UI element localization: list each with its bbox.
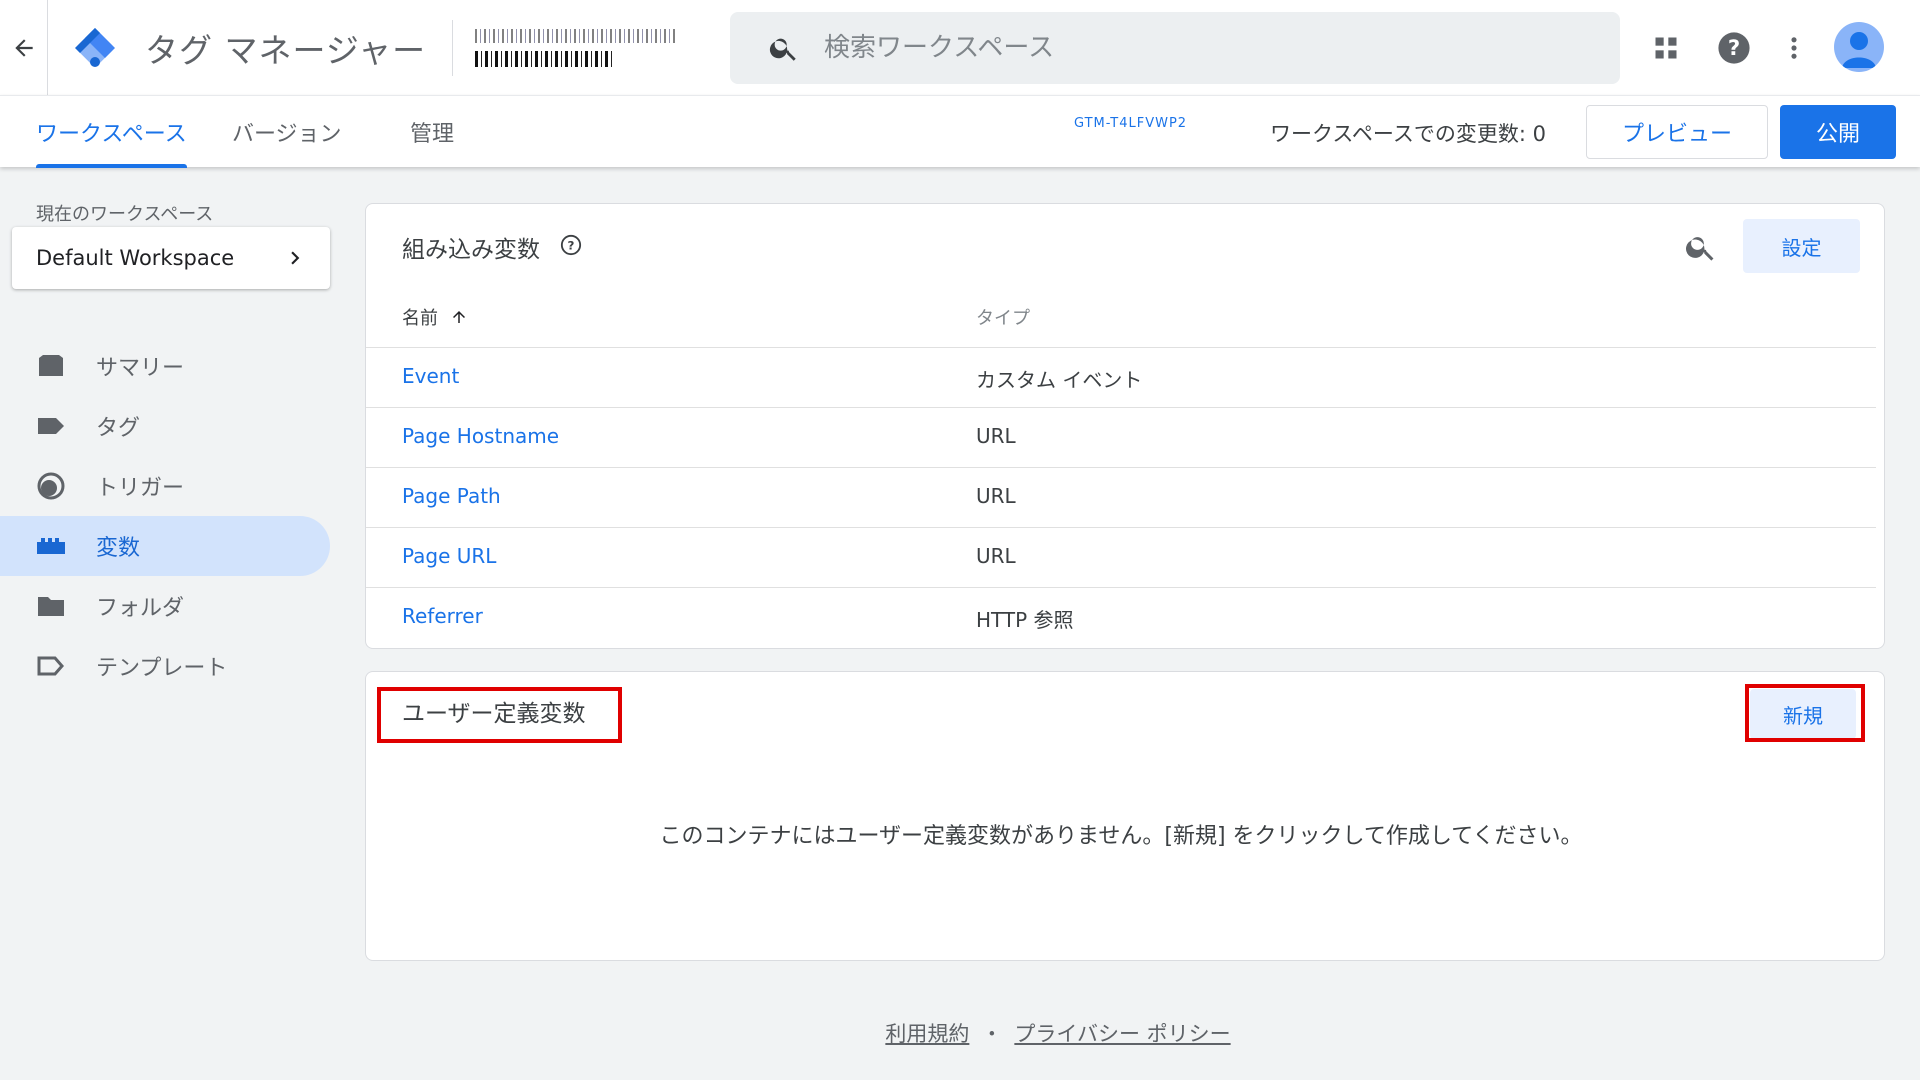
search-icon[interactable] (1684, 230, 1718, 264)
configure-builtin-button[interactable]: 設定 (1743, 219, 1860, 273)
container-id[interactable]: GTM-T4LFVWP2 (1074, 116, 1187, 131)
workspace-changes-count: ワークスペースでの変更数: 0 (1270, 122, 1546, 146)
folder-icon (38, 597, 64, 616)
variable-name-link[interactable]: Page Path (402, 484, 501, 508)
variable-type: URL (976, 484, 1016, 508)
sidebar-item-label: フォルダ (96, 596, 185, 621)
sidebar-item-tags[interactable]: タグ (0, 396, 330, 456)
more-options-button[interactable] (1772, 26, 1816, 70)
sidebar-item-label: サマリー (96, 356, 185, 381)
column-header-name[interactable]: 名前 (402, 304, 468, 330)
sidebar-item-templates[interactable]: テンプレート (0, 636, 330, 696)
variable-name-link[interactable]: Event (402, 364, 459, 388)
top-app-bar: タグ マネージャー ? (0, 0, 1920, 95)
tab-versions[interactable]: バージョン (232, 96, 342, 168)
highlight-box (1745, 684, 1865, 742)
template-icon (37, 656, 64, 676)
column-header-type: タイプ (976, 308, 1030, 329)
apps-grid-icon (1655, 37, 1677, 59)
help-icon: ? (1718, 32, 1750, 64)
footer: 利用規約・プライバシー ポリシー (0, 1018, 1920, 1048)
sidebar-item-variables[interactable]: 変数 (0, 516, 330, 576)
sidebar-item-summary[interactable]: サマリー (0, 336, 330, 396)
chevron-right-icon (291, 251, 300, 265)
table-row: Referrer HTTP 参照 (366, 587, 1876, 647)
app-title: タグ マネージャー (145, 30, 427, 70)
tag-icon (38, 418, 64, 434)
gtm-logo (71, 24, 119, 72)
help-outline-icon[interactable]: ? (560, 234, 582, 256)
arrow-up-icon (452, 311, 465, 323)
account-avatar[interactable] (1834, 22, 1884, 72)
svg-text:?: ? (1728, 36, 1740, 61)
more-vert-icon (1791, 37, 1797, 59)
table-row: Page URL URL (366, 527, 1876, 587)
search-icon (769, 38, 796, 61)
variable-icon (37, 538, 65, 554)
footer-separator: ・ (981, 1022, 1003, 1046)
svg-text:?: ? (568, 239, 575, 253)
table-row: Event カスタム イベント (366, 347, 1876, 407)
preview-button[interactable]: プレビュー (1586, 105, 1768, 159)
help-button[interactable]: ? (1712, 26, 1756, 70)
sidebar-item-label: タグ (96, 416, 141, 441)
sidebar-item-triggers[interactable]: トリガー (0, 456, 330, 516)
terms-link[interactable]: 利用規約 (885, 1022, 969, 1046)
table-row: Page Hostname URL (366, 407, 1876, 467)
sidebar-item-label: テンプレート (96, 656, 228, 681)
sidebar-item-label: トリガー (96, 476, 185, 501)
apps-button[interactable] (1644, 26, 1688, 70)
variable-type: カスタム イベント (976, 368, 1143, 392)
variable-type: URL (976, 424, 1016, 448)
back-button[interactable] (0, 0, 48, 95)
workspace-search[interactable] (730, 12, 1620, 84)
variable-name-link[interactable]: Page Hostname (402, 424, 559, 448)
current-workspace-label: 現在のワークスペース (36, 204, 214, 225)
variable-type: URL (976, 544, 1016, 568)
sub-navigation: ワークスペース バージョン 管理 GTM-T4LFVWP2 ワークスペースでの変… (0, 95, 1920, 168)
builtin-variables-title: 組み込み変数 (402, 237, 540, 263)
privacy-link[interactable]: プライバシー ポリシー (1014, 1022, 1230, 1046)
builtin-variables-card: 組み込み変数 ? 設定 名前 タイプ Event カスタム イベント Page … (365, 203, 1885, 649)
container-name-redacted (475, 50, 616, 67)
variable-type: HTTP 参照 (976, 608, 1074, 632)
publish-button[interactable]: 公開 (1780, 105, 1896, 159)
tab-workspace[interactable]: ワークスペース (26, 96, 197, 168)
arrow-back-icon (14, 38, 33, 57)
empty-state-message: このコンテナにはユーザー定義変数がありません。[新規] をクリックして作成してく… (659, 824, 1583, 849)
highlight-box (377, 687, 622, 743)
workspace-name: Default Workspace (36, 246, 235, 270)
summary-icon (39, 355, 63, 376)
sidebar-item-folders[interactable]: フォルダ (0, 576, 330, 636)
sidebar-item-label: 変数 (96, 536, 141, 561)
trigger-icon (37, 472, 65, 500)
variable-name-link[interactable]: Page URL (402, 544, 496, 568)
title-divider (452, 19, 454, 76)
search-input[interactable] (824, 33, 1584, 63)
user-defined-variables-card: ユーザー定義変数 新規 このコンテナにはユーザー定義変数がありません。[新規] … (365, 671, 1885, 961)
account-name-redacted (475, 28, 676, 43)
account-container-selector[interactable] (475, 23, 676, 73)
variable-name-link[interactable]: Referrer (402, 604, 483, 628)
workspace-selector[interactable]: Default Workspace (12, 227, 330, 289)
tab-admin[interactable]: 管理 (410, 96, 454, 168)
user-avatar-icon (1842, 32, 1876, 68)
table-row: Page Path URL (366, 467, 1876, 527)
